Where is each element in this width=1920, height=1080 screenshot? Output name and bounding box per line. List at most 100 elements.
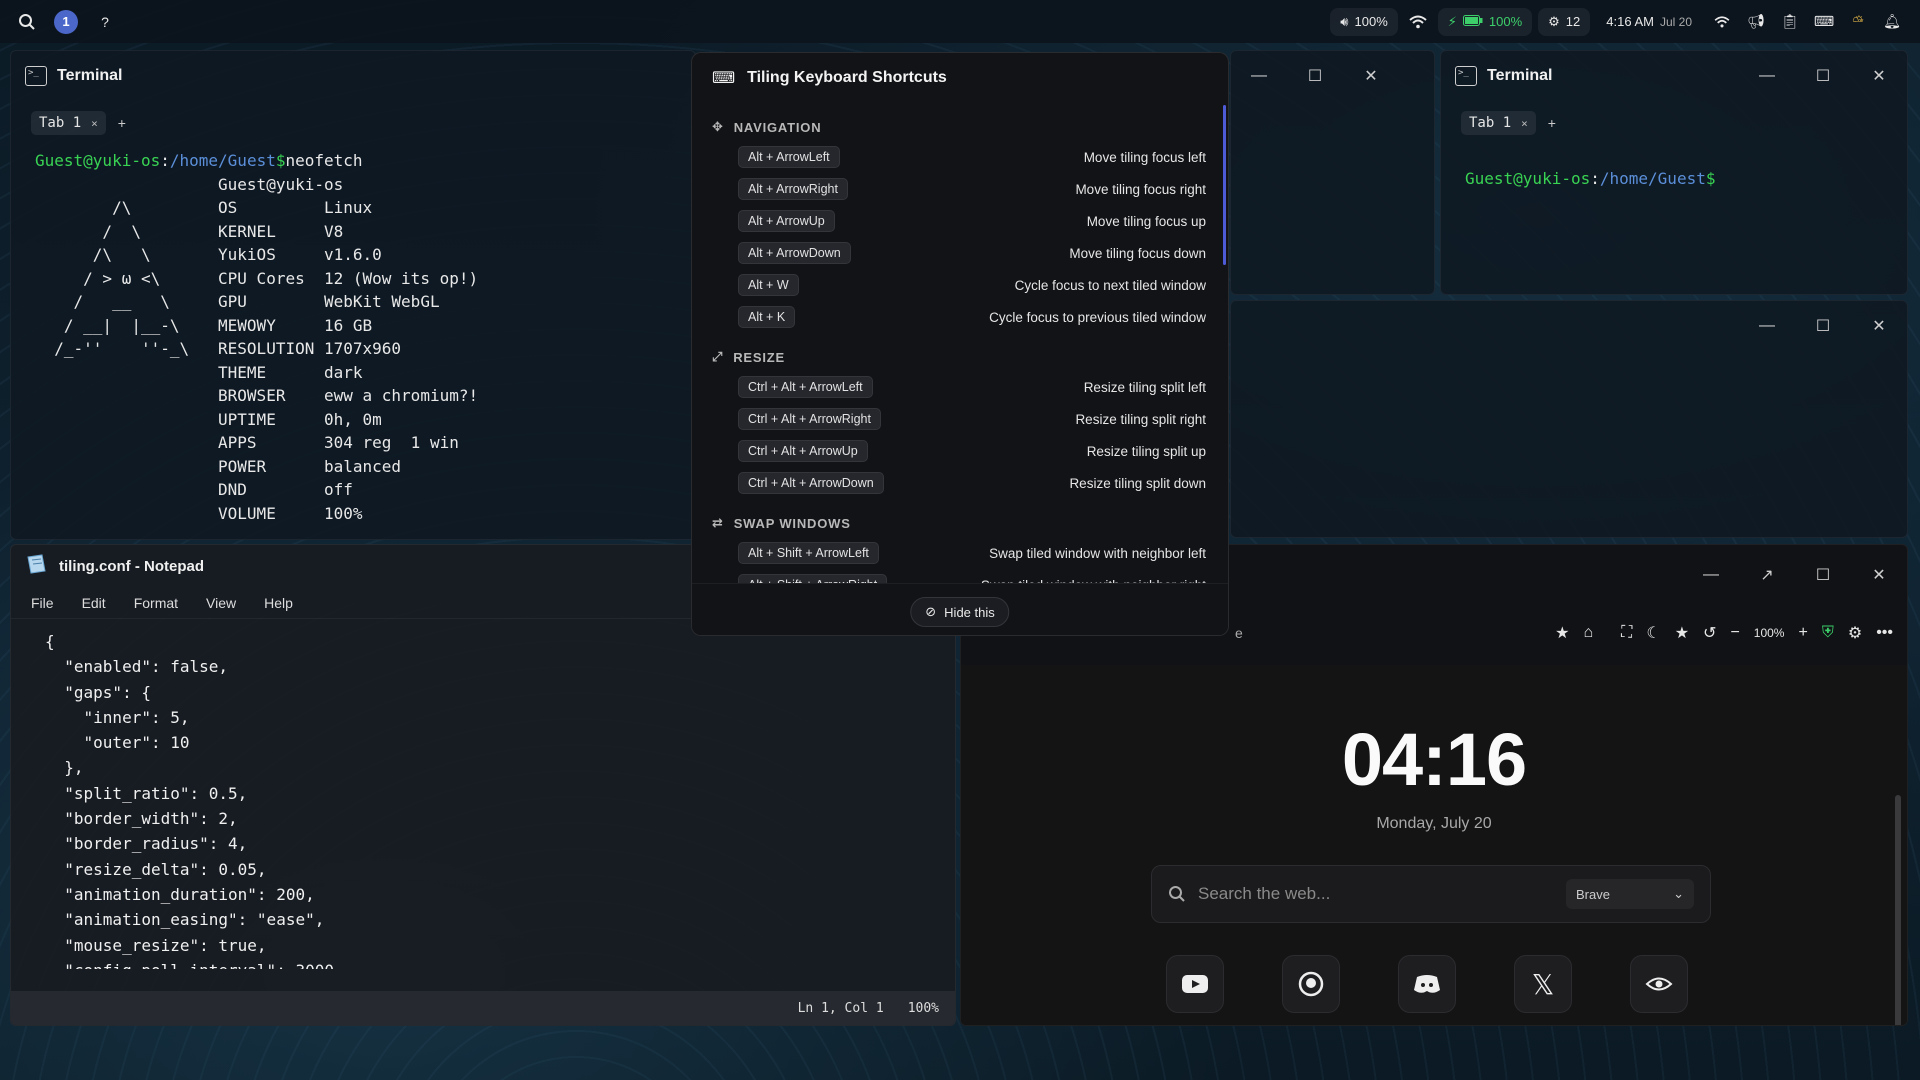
close-button[interactable]: ✕ (1357, 66, 1385, 86)
maximize-button[interactable]: ☐ (1809, 316, 1837, 336)
search-input[interactable]: Search the web... (1198, 884, 1330, 904)
nvidia-icon[interactable] (1630, 955, 1688, 1013)
window-title: Terminal (57, 67, 123, 84)
terminal-window-left[interactable]: >_ Terminal Tab 1 × + Guest@yuki-os:/hom… (10, 50, 696, 540)
maximize-button[interactable]: ☐ (1809, 565, 1837, 585)
tab-close-icon[interactable]: × (91, 117, 98, 130)
shortcut-row: Alt + ArrowRight Move tiling focus right (692, 173, 1228, 205)
dark-mode-icon[interactable]: ☾ (1646, 623, 1660, 643)
scrollbar[interactable] (1895, 795, 1901, 1025)
window-titlebar[interactable]: — ☐ ✕ (1231, 301, 1907, 351)
background-window-top[interactable]: — ☐ ✕ (1230, 50, 1435, 295)
speaker-icon: 🔊︎ (1340, 13, 1349, 29)
close-button[interactable]: ✕ (1865, 66, 1893, 86)
neofetch-line: / __ \ GPU WebKit WebGL (35, 292, 440, 311)
maximize-button[interactable]: ☐ (1301, 66, 1329, 86)
bookmarks-icon[interactable]: ★ (1675, 623, 1689, 643)
shortcut-row: Alt + W Cycle focus to next tiled window (692, 269, 1228, 301)
history-icon[interactable]: ↺ (1703, 623, 1716, 643)
web-search-box[interactable]: Search the web... Brave ⌄ (1151, 865, 1711, 923)
search-icon[interactable] (14, 9, 40, 35)
popup-title: Tiling Keyboard Shortcuts (747, 69, 947, 86)
notepad-text-area[interactable]: { "enabled": false, "gaps": { "inner": 5… (11, 619, 955, 969)
zoom-out-icon[interactable]: − (1730, 624, 1739, 642)
bookmark-star-icon[interactable]: ★ (1555, 623, 1569, 643)
search-engine-select[interactable]: Brave ⌄ (1566, 879, 1694, 909)
more-icon[interactable]: ••• (1876, 624, 1893, 642)
window-title: Terminal (1487, 67, 1553, 84)
menu-edit[interactable]: Edit (82, 595, 106, 611)
megaphone-icon[interactable]: 📢︎ (1742, 8, 1770, 36)
terminal-window-right[interactable]: >_ Terminal — ☐ ✕ Tab 1 × + Guest@yuki-o… (1440, 50, 1908, 295)
new-tab-button[interactable]: + (1548, 115, 1556, 131)
home-icon[interactable]: ⌂ (1583, 624, 1593, 642)
terminal-output[interactable]: Guest@yuki-os:/home/Guest$ (1441, 145, 1907, 195)
github-icon[interactable] (1282, 955, 1340, 1013)
shortcut-row: Ctrl + Alt + ArrowLeft Resize tiling spli… (692, 371, 1228, 403)
empty-window-middle[interactable]: — ☐ ✕ (1230, 300, 1908, 538)
tab-close-icon[interactable]: × (1521, 117, 1528, 130)
wifi-icon[interactable] (1404, 8, 1432, 36)
maximize-button[interactable]: ☐ (1809, 66, 1837, 86)
neofetch-line: DND off (35, 480, 353, 499)
clock[interactable]: 4:16 AM Jul 20 (1596, 8, 1702, 36)
volume-indicator[interactable]: 🔊︎ 100% (1330, 7, 1398, 36)
workspace-badge[interactable]: 1 (54, 9, 78, 34)
shortcut-keys: Ctrl + Alt + ArrowUp (738, 440, 868, 462)
keyboard-icon: ⌨ (712, 70, 736, 87)
swap-icon: ⇄ (712, 515, 724, 530)
tab-1[interactable]: Tab 1 × (31, 111, 106, 135)
shortcut-keys: Ctrl + Alt + ArrowDown (738, 472, 884, 494)
shortcut-row: Ctrl + Alt + ArrowUp Resize tiling split … (692, 435, 1228, 467)
close-button[interactable]: ✕ (1865, 565, 1893, 585)
terminal-titlebar[interactable]: >_ Terminal — ☐ ✕ (1441, 51, 1907, 101)
x-icon[interactable]: 𝕏 (1514, 955, 1572, 1013)
menu-view[interactable]: View (206, 595, 236, 611)
neofetch-line: Guest@yuki-os (35, 174, 344, 194)
discord-icon[interactable] (1398, 955, 1456, 1013)
shortcut-description: Cycle focus to next tiled window (1014, 277, 1206, 293)
tab-1[interactable]: Tab 1 × (1461, 111, 1536, 135)
close-button[interactable]: ✕ (1865, 316, 1893, 336)
terminal-titlebar[interactable]: >_ Terminal (11, 51, 695, 101)
hide-label: Hide this (944, 604, 995, 620)
popout-button[interactable]: ↗ (1753, 565, 1781, 585)
minimize-button[interactable]: — (1697, 566, 1725, 584)
battery-indicator[interactable]: ⚡ 100% (1437, 7, 1533, 36)
prompt-dollar: $ (1705, 169, 1716, 188)
weather-icon[interactable]: ⛅︎ (1844, 8, 1872, 36)
shortcut-description: Move tiling focus right (1075, 181, 1206, 197)
menu-file[interactable]: File (31, 595, 54, 611)
address-bar-text[interactable]: e (1235, 625, 1243, 641)
shortcut-keys: Alt + ArrowUp (738, 210, 835, 232)
prompt-user: Guest@yuki-os (35, 151, 161, 170)
new-tab-button[interactable]: + (118, 115, 126, 131)
notification-count[interactable]: ⚙ 12 (1538, 7, 1591, 36)
zoom-in-icon[interactable]: + (1798, 624, 1807, 642)
clipboard-icon[interactable]: 📋︎ (1776, 8, 1804, 36)
minimize-button[interactable]: — (1753, 317, 1781, 335)
hide-button[interactable]: ⊘ Hide this (910, 597, 1010, 627)
wifi-status-icon[interactable] (1708, 8, 1736, 36)
new-tab-page: 04:16 Monday, July 20 Search the web... … (961, 665, 1907, 1025)
settings-icon[interactable]: ⚙ (1848, 623, 1862, 643)
menu-help[interactable]: Help (264, 595, 293, 611)
cpu-icon: ⚙ (1548, 13, 1560, 29)
command-text: neofetch (285, 151, 363, 170)
battery-level: 100% (1488, 14, 1523, 29)
minimize-button[interactable]: — (1753, 67, 1781, 85)
terminal-output[interactable]: Guest@yuki-os:/home/Guest$neofetch Guest… (11, 145, 695, 529)
youtube-icon[interactable] (1166, 955, 1224, 1013)
neofetch-line: /\ \ YukiOS v1.6.0 (35, 245, 382, 264)
help-button[interactable]: ? (92, 9, 118, 35)
popup-scrollbar[interactable] (1223, 105, 1226, 265)
terminal-tabs: Tab 1 × + (1441, 101, 1907, 145)
keyboard-icon[interactable]: ⌨ (1810, 8, 1838, 36)
shield-icon[interactable]: ⛨ (1822, 624, 1834, 642)
tiling-shortcuts-popup[interactable]: ⌨ Tiling Keyboard Shortcuts ✥ NAVIGATION A… (691, 52, 1229, 636)
minimize-button[interactable]: — (1245, 67, 1273, 85)
menu-format[interactable]: Format (134, 595, 178, 611)
shortcut-description: Resize tiling split right (1075, 411, 1206, 427)
bell-icon[interactable]: 🔔︎ (1878, 8, 1906, 36)
fullscreen-icon[interactable]: ⛶ (1621, 624, 1632, 642)
